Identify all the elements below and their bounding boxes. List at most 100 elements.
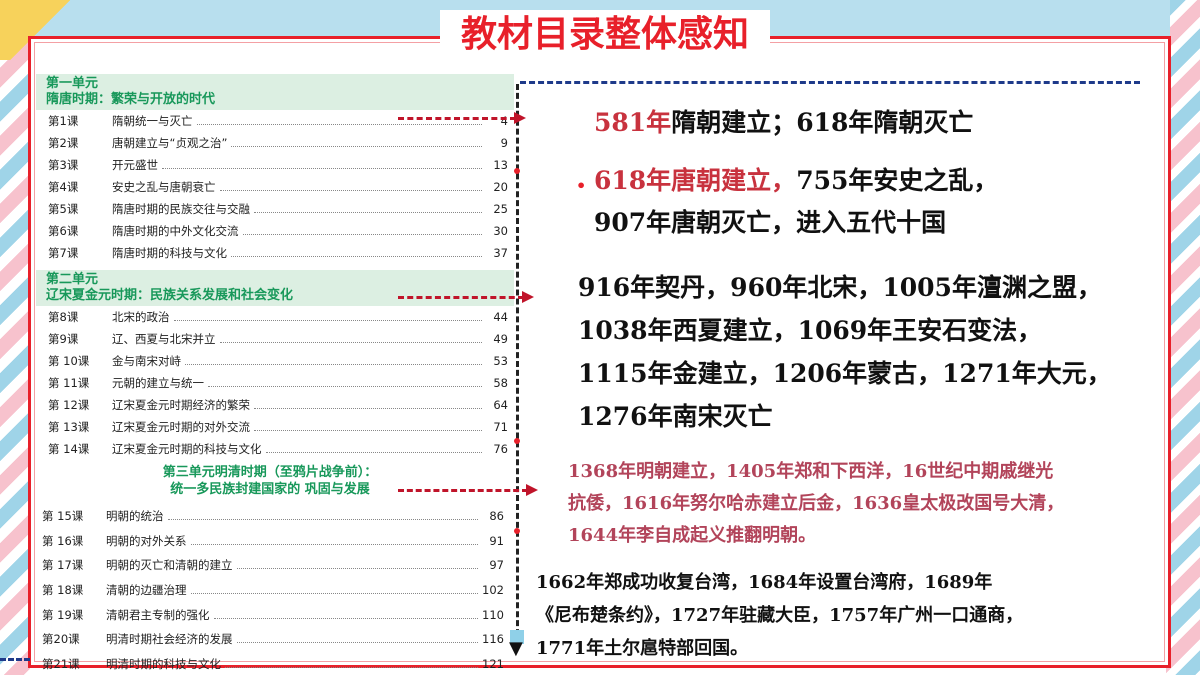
lesson-number: 第 16课	[42, 533, 84, 548]
lesson-title: 辽、西夏与北宋并立	[112, 332, 216, 346]
toc-lesson-row: 第 19课 清朝君主专制的强化 110	[30, 602, 510, 627]
lesson-page: 97	[489, 558, 504, 573]
song-line-3: 1115年金建立，1206年蒙古，1271年大元，	[578, 359, 1112, 388]
lesson-title: 明清时期的科技与文化	[106, 656, 221, 671]
lesson-page: 49	[493, 332, 508, 346]
lesson-number: 第 15课	[42, 509, 84, 524]
qing-line-3: 1771年土尔扈特部回国。	[536, 638, 749, 659]
lesson-title: 清朝的边疆治理	[106, 583, 187, 598]
ming-line-1: 1368年明朝建立，1405年郑和下西洋，16世纪中期戚继光	[568, 461, 1054, 482]
decor-stripes-left	[0, 0, 30, 675]
leader-dots	[213, 611, 478, 619]
lesson-page: 91	[489, 533, 504, 548]
lesson-title: 明朝的灭亡和清朝的建立	[106, 558, 233, 573]
lesson-page: 86	[489, 509, 504, 524]
lesson-number: 第8课	[48, 310, 79, 324]
toc-lesson-row: 第8课 北宋的政治 44	[36, 306, 514, 328]
leader-dots	[236, 561, 478, 570]
leader-dots	[208, 379, 482, 387]
unit-2-lessons: 第8课 北宋的政治 44 第9课 辽、西夏与北宋并立 49 第 10课 金与南宋对峙 53 第 1…	[36, 306, 514, 460]
lesson-title: 明朝的统治	[106, 509, 164, 524]
toc-lesson-row: 第9课 辽、西夏与北宋并立 49	[36, 328, 514, 350]
leader-dots	[219, 335, 482, 343]
lesson-title: 明朝的对外关系	[106, 533, 187, 548]
lesson-number: 第9课	[48, 332, 79, 346]
lesson-number: 第 11课	[48, 376, 90, 390]
leader-dots	[254, 205, 482, 213]
lesson-number: 第6课	[48, 224, 79, 238]
lesson-page: 25	[493, 202, 508, 216]
toc-lesson-row: 第 14课 辽宋夏金元时期的科技与文化 76	[36, 438, 514, 460]
toc-lesson-row: 第4课 安史之乱与唐朝衰亡 20	[36, 176, 514, 198]
ming-line-3: 1644年李自成起义推翻明朝。	[568, 525, 817, 546]
lesson-page: 13	[493, 158, 508, 172]
unit-2-label: 第二单元	[46, 272, 99, 287]
lesson-number: 第 19课	[42, 607, 84, 622]
unit-1-lessons: 第1课 隋朝统一与灭亡 4 第2课 唐朝建立与“贞观之治” 9 第3课 开元盛世 13 第4课 安史…	[36, 110, 514, 264]
leader-dots	[173, 313, 482, 321]
events-ming: 1368年明朝建立，1405年郑和下西洋，16世纪中期戚继光 抗倭，1616年努…	[568, 456, 1158, 552]
leader-dots	[225, 660, 478, 668]
sui-text: 隋朝建立；618年隋朝灭亡	[671, 108, 974, 137]
toc-unit-3: 第三单元明清时期（至鸦片战争前）： 统一多民族封建国家的 巩固与发展 第 15课…	[30, 462, 510, 675]
leader-dots	[265, 445, 482, 453]
bullet-icon: •	[576, 176, 587, 195]
arrow-to-ming	[398, 484, 538, 496]
toc-lesson-row: 第2课 唐朝建立与“贞观之治” 9	[36, 132, 514, 154]
lesson-page: 76	[493, 442, 508, 456]
leader-dots	[219, 183, 482, 191]
toc-lesson-row: 第 16课 明朝的对外关系 91	[30, 529, 510, 554]
toc-lesson-row: 第21课 明清时期的科技与文化 121	[30, 652, 510, 675]
events-qing: 1662年郑成功收复台湾，1684年设置台湾府，1689年 《尼布楚条约》，17…	[536, 566, 1176, 665]
marker-dot	[514, 438, 520, 444]
toc-lesson-row: 第1课 隋朝统一与灭亡 4	[36, 110, 514, 132]
lesson-number: 第7课	[48, 246, 79, 260]
lesson-page: 44	[493, 310, 508, 324]
lesson-title: 辽宋夏金元时期经济的繁荣	[112, 398, 250, 412]
lesson-page: 121	[482, 656, 504, 671]
leader-dots	[167, 512, 478, 521]
events-song-yuan: 916年契丹，960年北宋，1005年澶渊之盟， 1038年西夏建立，1069年…	[578, 266, 1168, 438]
unit-3-label: 第三单元明清时期（至鸦片战争前）：	[162, 465, 378, 480]
leader-dots	[231, 249, 482, 257]
song-line-2: 1038年西夏建立，1069年王安石变法，	[578, 316, 1043, 345]
marker-dot	[514, 528, 520, 534]
lesson-title: 隋朝统一与灭亡	[112, 114, 193, 128]
lesson-page: 71	[493, 420, 508, 434]
lesson-number: 第20课	[42, 632, 80, 647]
lesson-number: 第5课	[48, 202, 79, 216]
toc-lesson-row: 第 15课 明朝的统治 86	[30, 504, 510, 529]
lesson-number: 第3课	[48, 158, 79, 172]
tang-fall: 907年唐朝灭亡，进入五代十国	[594, 208, 947, 237]
toc-lesson-row: 第 12课 辽宋夏金元时期经济的繁荣 64	[36, 394, 514, 416]
lesson-title: 隋唐时期的中外文化交流	[112, 224, 239, 238]
lesson-number: 第 10课	[48, 354, 90, 368]
divider-dashed-top	[520, 81, 1140, 84]
marker-dot	[514, 168, 520, 174]
toc-lesson-row: 第7课 隋唐时期的科技与文化 37	[36, 242, 514, 264]
toc-lesson-row: 第3课 开元盛世 13	[36, 154, 514, 176]
lesson-number: 第 18课	[42, 583, 84, 598]
toc-lesson-row: 第6课 隋唐时期的中外文化交流 30	[36, 220, 514, 242]
toc-lesson-row: 第 17课 明朝的灭亡和清朝的建立 97	[30, 553, 510, 578]
lesson-page: 64	[493, 398, 508, 412]
lesson-title: 明清时期社会经济的发展	[106, 632, 233, 647]
lesson-page: 102	[482, 583, 504, 598]
leader-dots	[162, 161, 482, 169]
lesson-title: 北宋的政治	[112, 310, 170, 324]
leader-dots	[190, 586, 478, 595]
unit-2-heading: 第二单元 辽宋夏金元时期：民族关系发展和社会变化	[36, 270, 514, 306]
ming-line-2: 抗倭，1616年努尔哈赤建立后金，1636皇太极改国号大清，	[568, 493, 1065, 514]
leader-dots	[242, 227, 482, 235]
arrow-to-song	[398, 291, 534, 303]
tang-rebellion: 755年安史之乱，	[796, 166, 999, 195]
song-line-4: 1276年南宋灭亡	[578, 402, 773, 431]
unit-1-title: 隋唐时期：繁荣与开放的时代	[46, 92, 216, 107]
qing-line-2: 《尼布楚条约》，1727年驻藏大臣，1757年广州一口通商，	[536, 605, 1024, 626]
qing-line-1: 1662年郑成功收复台湾，1684年设置台湾府，1689年	[536, 572, 993, 593]
toc-lesson-row: 第 13课 辽宋夏金元时期的对外交流 71	[36, 416, 514, 438]
lesson-title: 金与南宋对峙	[112, 354, 181, 368]
lesson-title: 清朝君主专制的强化	[106, 607, 210, 622]
lesson-page: 30	[493, 224, 508, 238]
lesson-page: 20	[493, 180, 508, 194]
